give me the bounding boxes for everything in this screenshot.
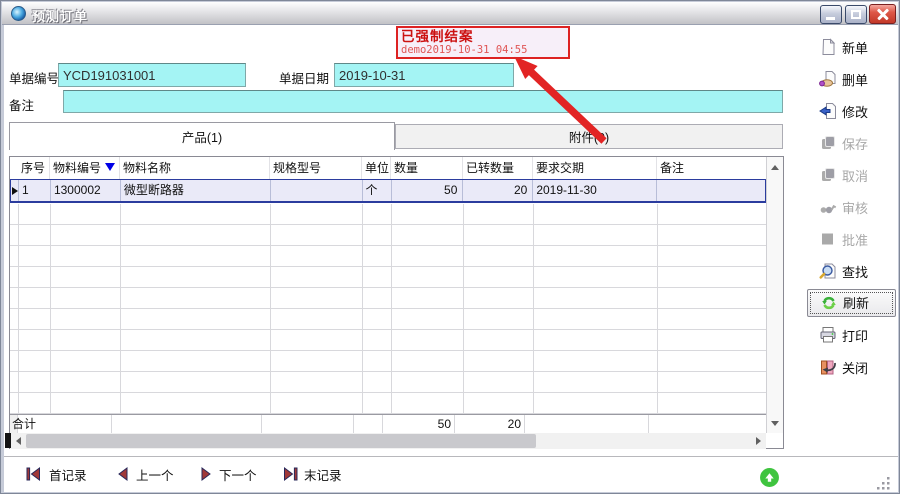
next-record-icon [199, 467, 213, 481]
cancel-button[interactable]: 取消 [819, 162, 897, 188]
cell-name: 微型断路器 [121, 180, 271, 201]
find-button[interactable]: 查找 [819, 258, 897, 284]
maximize-icon [851, 10, 861, 19]
total-row: 合计 50 20 [10, 414, 766, 433]
green-arrow-icon [759, 467, 780, 488]
cell-due: 2019-11-30 [533, 180, 657, 201]
sort-desc-icon [105, 163, 115, 171]
remark-input[interactable] [63, 90, 783, 113]
approve-button[interactable]: 批准 [819, 226, 897, 252]
modify-doc-icon [819, 102, 837, 120]
app-sphere-icon [11, 6, 26, 21]
tab-attachments[interactable]: 附件(0) [395, 124, 783, 149]
cell-unit: 个 [363, 180, 392, 201]
table-empty-area [10, 204, 766, 414]
tab-products[interactable]: 产品(1) [9, 122, 395, 150]
stamp-detail-text: demo2019-10-31 04:55 [401, 44, 565, 57]
audit-button[interactable]: 审核 [819, 194, 897, 220]
minimize-icon [826, 17, 835, 20]
scroll-left-icon [16, 437, 21, 445]
scroll-right-icon [756, 437, 761, 445]
forecast-order-window: 预测订单 单据编号 单据日期 备注 已强制结案 demo2019-10-31 0… [0, 0, 900, 494]
status-stamp: 已强制结案 demo2019-10-31 04:55 [396, 26, 570, 59]
grid-corner-marker [5, 433, 11, 448]
new-order-button[interactable]: 新单 [819, 34, 897, 60]
products-table: 序号 物料编号 物料名称 规格型号 单位 数量 已转数量 要求交期 备注 1 1… [9, 156, 784, 449]
first-record-button[interactable]: 首记录 [26, 465, 87, 483]
col-header-unit[interactable]: 单位 [362, 157, 391, 179]
window-title: 预测订单 [32, 6, 88, 25]
scroll-up-button[interactable] [767, 159, 783, 175]
last-record-button[interactable]: 末记录 [281, 465, 342, 483]
delete-order-button[interactable]: 删单 [819, 66, 897, 92]
previous-record-icon [116, 467, 130, 481]
horizontal-scrollbar-thumb[interactable] [26, 434, 536, 448]
refresh-icon [820, 294, 838, 312]
approve-icon [819, 230, 837, 248]
cancel-icon [819, 166, 837, 184]
first-record-icon [26, 467, 43, 481]
refresh-button[interactable]: 刷新 [807, 289, 896, 317]
close-button[interactable] [869, 4, 896, 24]
scroll-up-icon [771, 165, 779, 170]
delete-doc-icon [819, 70, 837, 88]
scroll-down-button[interactable] [767, 415, 783, 431]
cell-code: 1300002 [51, 180, 121, 201]
cell-converted: 20 [463, 180, 533, 201]
close-window-button[interactable]: 关闭 [819, 354, 897, 380]
exit-icon [819, 358, 837, 376]
bottom-separator [4, 456, 898, 458]
print-icon [819, 326, 837, 344]
cell-remark [657, 180, 765, 201]
vertical-scrollbar[interactable] [766, 157, 783, 433]
total-converted: 20 [455, 415, 525, 433]
doc-no-label: 单据编号 [9, 68, 59, 87]
total-label: 合计 [10, 415, 42, 433]
doc-date-label: 单据日期 [279, 68, 329, 87]
doc-date-input[interactable] [334, 63, 514, 87]
cell-spec [271, 180, 363, 201]
table-row[interactable]: 1 1300002 微型断路器 个 50 20 2019-11-30 [10, 179, 766, 203]
current-row-indicator-icon [12, 187, 18, 195]
new-doc-icon [819, 38, 837, 56]
cell-seq: 1 [19, 180, 51, 201]
stamp-status-text: 已强制结案 [401, 29, 565, 44]
scroll-left-button[interactable] [10, 433, 26, 449]
remark-label: 备注 [9, 95, 34, 114]
quick-action-button[interactable] [759, 467, 780, 488]
find-icon [819, 262, 837, 280]
col-header-converted[interactable]: 已转数量 [463, 157, 533, 179]
col-header-remark[interactable]: 备注 [657, 157, 766, 179]
cell-qty: 50 [392, 180, 464, 201]
doc-no-input[interactable] [58, 63, 246, 87]
col-header-spec[interactable]: 规格型号 [270, 157, 362, 179]
col-header-qty[interactable]: 数量 [391, 157, 463, 179]
scroll-down-icon [771, 421, 779, 426]
next-record-button[interactable]: 下一个 [199, 465, 257, 483]
print-button[interactable]: 打印 [819, 322, 897, 348]
resize-grip[interactable] [877, 477, 891, 490]
col-header-due[interactable]: 要求交期 [533, 157, 657, 179]
scroll-right-button[interactable] [750, 433, 766, 449]
horizontal-scrollbar[interactable] [10, 433, 766, 449]
col-header-seq[interactable]: 序号 [18, 157, 50, 179]
total-qty: 50 [383, 415, 455, 433]
previous-record-button[interactable]: 上一个 [116, 465, 174, 483]
last-record-icon [281, 467, 298, 481]
maximize-button[interactable] [845, 5, 867, 24]
col-header-name[interactable]: 物料名称 [120, 157, 270, 179]
modify-order-button[interactable]: 修改 [819, 98, 897, 124]
title-bar[interactable]: 预测订单 [2, 2, 898, 25]
audit-icon [819, 198, 837, 216]
col-header-code[interactable]: 物料编号 [50, 157, 120, 179]
minimize-button[interactable] [820, 5, 842, 24]
save-button[interactable]: 保存 [819, 130, 897, 156]
save-icon [819, 134, 837, 152]
